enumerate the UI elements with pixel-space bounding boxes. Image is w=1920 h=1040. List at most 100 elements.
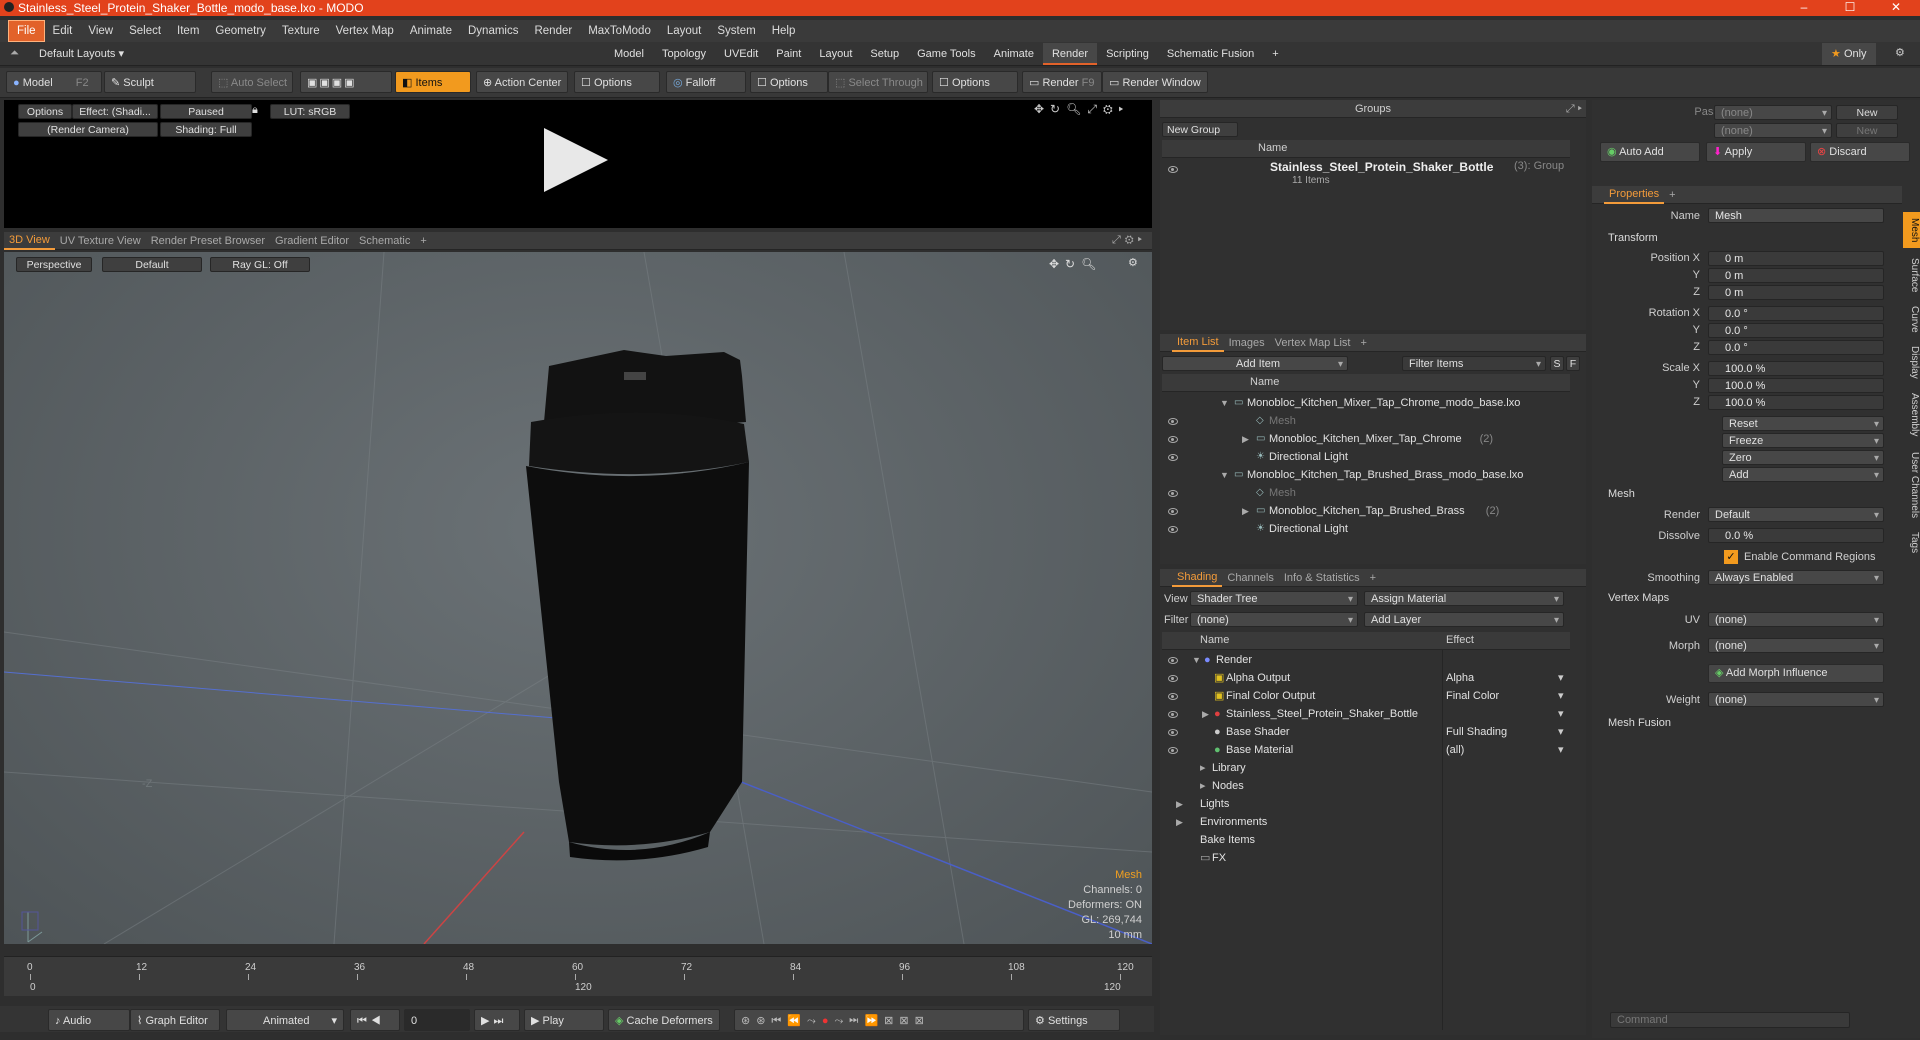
expand-arrow-icon[interactable]: ▶ <box>1176 813 1183 831</box>
visibility-eye-icon[interactable] <box>1168 454 1178 461</box>
mesh-section[interactable]: Mesh <box>1608 488 1635 500</box>
tab-schematic-fusion[interactable]: Schematic Fusion <box>1158 43 1263 65</box>
lut-dropdown[interactable]: LUT: sRGB <box>270 104 350 119</box>
action-center-button[interactable]: ⊕ Action Center <box>476 71 568 93</box>
tab-shading[interactable]: Shading <box>1172 569 1223 587</box>
tab-properties[interactable]: Properties <box>1604 186 1665 204</box>
item-list-row[interactable]: ▶ ▭ Monobloc_Kitchen_Tap_Brushed_Brass (2) <box>1162 502 1570 520</box>
new-pass-group-button[interactable]: New <box>1836 105 1898 120</box>
visibility-eye-icon[interactable] <box>1168 436 1178 443</box>
graph-editor-button[interactable]: ⌇ Graph Editor <box>130 1009 220 1031</box>
chevron-down-icon[interactable]: ▾ <box>1558 705 1564 723</box>
tab-animate[interactable]: Animate <box>985 43 1043 65</box>
tab-channels[interactable]: Channels <box>1222 569 1278 587</box>
side-tab-mesh[interactable]: Mesh <box>1903 212 1920 248</box>
visibility-eye-icon[interactable] <box>1168 711 1178 718</box>
minimize-button[interactable]: – <box>1781 0 1827 16</box>
assign-material-dropdown[interactable]: Assign Material <box>1364 591 1564 607</box>
item-list-row[interactable]: ◇ Mesh <box>1162 484 1570 502</box>
only-toggle[interactable]: ★ Only <box>1822 43 1876 65</box>
menu-edit[interactable]: Edit <box>45 20 81 42</box>
menu-view[interactable]: View <box>80 20 121 42</box>
shader-tree-row[interactable]: ▭ FX <box>1162 849 1570 867</box>
passes-dropdown[interactable]: (none) <box>1714 123 1832 139</box>
visibility-eye-icon[interactable] <box>1168 729 1178 736</box>
shader-tree-row[interactable]: ▶ ● Stainless_Steel_Protein_Shaker_Bottle ▾ <box>1162 705 1570 723</box>
shader-tree-row[interactable]: ● Base Shader Full Shading ▾ <box>1162 723 1570 741</box>
visibility-eye-icon[interactable] <box>1168 526 1178 533</box>
tab-info-statistics[interactable]: Info & Statistics <box>1279 569 1365 587</box>
visibility-eye-icon[interactable] <box>1168 508 1178 515</box>
view-dropdown[interactable]: Shader Tree <box>1190 591 1358 607</box>
key-tools[interactable]: ⊛⊛⏮⏪⤳●⤳⏭⏩⊠⊠⊠ <box>734 1009 1024 1031</box>
menu-system[interactable]: System <box>709 20 763 42</box>
dissolve-field[interactable]: 0.0 % <box>1708 528 1884 543</box>
menu-help[interactable]: Help <box>764 20 804 42</box>
vertex-maps-section[interactable]: Vertex Maps <box>1608 592 1669 604</box>
animated-dropdown[interactable]: Animated ▾ <box>226 1009 344 1031</box>
tab-3d-view[interactable]: 3D View <box>4 232 55 250</box>
chevron-down-icon[interactable]: ▾ <box>1558 723 1564 741</box>
tab-game-tools[interactable]: Game Tools <box>908 43 985 65</box>
discard-button[interactable]: ⊗ Discard <box>1810 142 1910 162</box>
select-through-button[interactable]: ⬚ Select Through <box>828 71 928 93</box>
menu-item[interactable]: Item <box>169 20 207 42</box>
action-center-options-button[interactable]: ☐ Options <box>574 71 660 93</box>
visibility-eye-icon[interactable] <box>1168 747 1178 754</box>
default-view-dropdown[interactable]: Default <box>102 257 202 272</box>
visibility-eye-icon[interactable] <box>1168 490 1178 497</box>
viewport-settings-gear-icon[interactable]: ⚙ <box>1128 256 1138 269</box>
render-button[interactable]: ▭ Render F9 <box>1022 71 1102 93</box>
position-x-field[interactable]: 0 m <box>1708 251 1884 266</box>
expand-arrow-icon[interactable]: ▼ <box>1192 651 1201 669</box>
select-options-button[interactable]: ☐ Options <box>932 71 1018 93</box>
menu-maxtomodo[interactable]: MaxToModo <box>580 20 659 42</box>
rotation-z-field[interactable]: 0.0 ° <box>1708 340 1884 355</box>
item-list-row[interactable]: ◇ Mesh <box>1162 412 1570 430</box>
tab-uvedit[interactable]: UVEdit <box>715 43 767 65</box>
weight-dropdown[interactable]: (none) <box>1708 692 1884 708</box>
command-input[interactable]: Command <box>1610 1012 1850 1028</box>
items-mode-button[interactable]: ◧ Items <box>395 71 471 93</box>
expand-arrow-icon[interactable]: ▶ <box>1176 795 1183 813</box>
tab-paint[interactable]: Paint <box>767 43 810 65</box>
tab-topology[interactable]: Topology <box>653 43 715 65</box>
filter-s-button[interactable]: S <box>1550 356 1564 371</box>
selection-mode-icons[interactable]: ▣▣▣▣ <box>300 71 392 93</box>
shader-tree-row[interactable]: ▣ Final Color Output Final Color ▾ <box>1162 687 1570 705</box>
expand-icon[interactable]: ⤢ ▸ <box>1566 100 1582 118</box>
next-key-buttons[interactable]: ▶⏭ <box>474 1009 520 1031</box>
filter-items-input[interactable]: Filter Items <box>1402 356 1546 372</box>
chevron-down-icon[interactable]: ▾ <box>1558 669 1564 687</box>
menu-file[interactable]: File <box>8 20 45 42</box>
shader-tree-row[interactable]: ▶ Environments <box>1162 813 1570 831</box>
add-item-tab-button[interactable]: + <box>1355 334 1371 352</box>
shader-tree-row[interactable]: ▣ Alpha Output Alpha ▾ <box>1162 669 1570 687</box>
shader-tree-row[interactable]: ▸ Nodes <box>1162 777 1570 795</box>
tab-render-preset-browser[interactable]: Render Preset Browser <box>146 232 270 250</box>
tab-item-list[interactable]: Item List <box>1172 334 1224 352</box>
falloff-button[interactable]: ◎ Falloff <box>666 71 746 93</box>
shader-tree-row[interactable]: ▸ Library <box>1162 759 1570 777</box>
expand-arrow-icon[interactable]: ▼ <box>1220 466 1229 484</box>
smoothing-dropdown[interactable]: Always Enabled <box>1708 570 1884 586</box>
effect-dropdown[interactable]: Final Color <box>1446 687 1566 705</box>
name-field[interactable]: Mesh <box>1708 208 1884 223</box>
side-tab-tags[interactable]: Tags <box>1903 528 1920 558</box>
scale-z-field[interactable]: 100.0 % <box>1708 395 1884 410</box>
settings-button[interactable]: ⚙ Settings <box>1028 1009 1120 1031</box>
item-list-row[interactable]: ▶ ▭ Monobloc_Kitchen_Mixer_Tap_Chrome (2) <box>1162 430 1570 448</box>
enable-command-regions-checkbox[interactable]: ✓ <box>1724 550 1738 564</box>
sculpt-mode-button[interactable]: ✎ Sculpt <box>104 71 196 93</box>
effect-dropdown[interactable]: Effect: (Shadi... <box>72 104 158 119</box>
render-preview[interactable]: Options Effect: (Shadi... Paused 🔒︎ LUT:… <box>4 100 1152 228</box>
expand-arrow-icon[interactable]: ▶ <box>1202 705 1209 723</box>
add-layout-tab-button[interactable]: + <box>1263 43 1287 65</box>
effect-dropdown[interactable]: (all) <box>1446 741 1566 759</box>
effect-dropdown[interactable]: Full Shading <box>1446 723 1566 741</box>
menu-vertex-map[interactable]: Vertex Map <box>328 20 402 42</box>
timeline-ruler[interactable]: 0 12 24 36 48 60 72 84 96 108 120 0 120 120 <box>27 960 1134 994</box>
collapse-icon[interactable]: ⏶ <box>10 47 19 60</box>
visibility-eye-icon[interactable] <box>1168 166 1178 173</box>
preview-view-icons[interactable]: ✥↻🔍︎⤢⚙▸ <box>1034 102 1129 117</box>
